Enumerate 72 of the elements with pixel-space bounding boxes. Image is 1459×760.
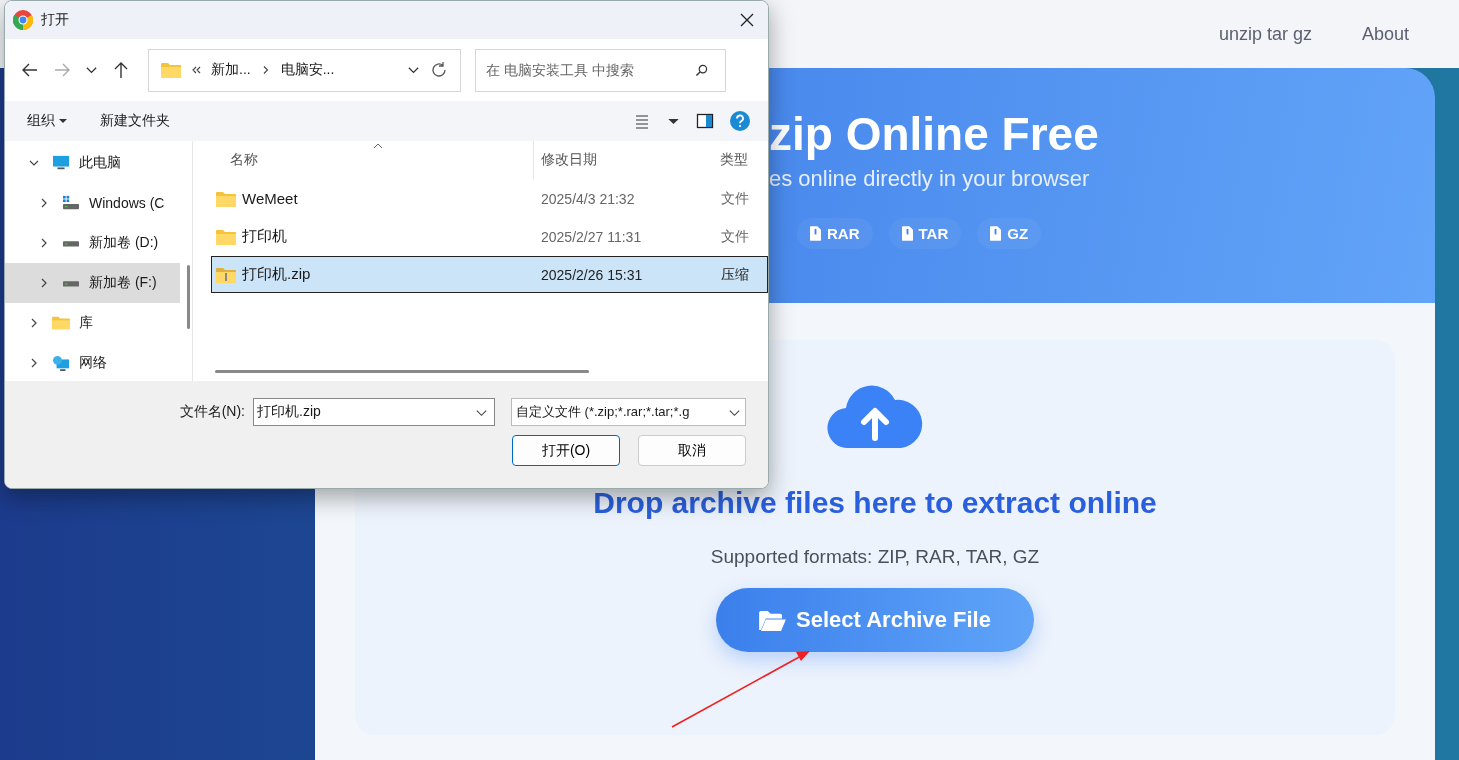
sort-caret-icon [373, 143, 383, 149]
tree-item[interactable]: 库 [5, 303, 180, 343]
chevron-right-icon[interactable] [29, 358, 39, 368]
open-button[interactable]: 打开(O) [512, 435, 620, 466]
supported-formats-text: Supported formats: ZIP, RAR, TAR, GZ [710, 546, 1040, 568]
folder-icon [759, 609, 787, 631]
chevron-right-icon[interactable] [29, 318, 39, 328]
file-type: 文件 [720, 227, 750, 246]
file-date: 2025/4/3 21:32 [540, 190, 636, 207]
double-chevron-left-icon[interactable] [191, 65, 201, 75]
breadcrumb[interactable]: 新加... [211, 61, 251, 79]
file-type: 压缩 [720, 265, 750, 284]
file-name: WeMeet [212, 190, 534, 207]
nav-link[interactable]: About [1361, 23, 1409, 45]
help-icon[interactable] [730, 111, 750, 131]
tree-item[interactable]: 此电脑 [5, 143, 180, 183]
file-row[interactable]: 打印机 2025/2/27 11:31 文件 [211, 218, 768, 255]
file-name: 打印机 [212, 227, 534, 246]
network-icon [51, 355, 71, 371]
format-tag: TAR [888, 218, 962, 249]
chevron-right-icon[interactable] [39, 278, 49, 288]
chevron-right-icon[interactable] [39, 198, 49, 208]
tree-item[interactable]: 新加卷 (F:) [5, 263, 180, 303]
search-icon [695, 63, 708, 77]
folder-icon [216, 190, 236, 207]
tree-item[interactable]: Windows (C [5, 183, 180, 223]
file-name-field[interactable]: 打印机.zip [253, 398, 495, 426]
folder-icon [161, 62, 181, 78]
file-name: 打印机.zip [212, 265, 534, 284]
cancel-button[interactable]: 取消 [638, 435, 746, 466]
tree-item[interactable]: 新加卷 (D:) [5, 223, 180, 263]
organize-menu[interactable]: 组织 [27, 112, 68, 130]
view-list-icon[interactable] [633, 112, 651, 130]
new-folder-button[interactable]: 新建文件夹 [100, 112, 170, 130]
preview-pane-icon[interactable] [696, 112, 714, 130]
tree-item[interactable]: 网络 [5, 343, 180, 383]
zip-folder-icon [216, 266, 236, 283]
column-header[interactable]: 修改日期 [533, 141, 713, 179]
app-icon [13, 10, 33, 30]
file-row[interactable]: 打印机.zip 2025/2/26 15:31 压缩 [211, 256, 768, 293]
drop-zone-title: Drop archive files here to extract online [593, 486, 1157, 520]
up-icon[interactable] [112, 61, 130, 79]
dialog-title: 打开 [41, 11, 70, 29]
file-zip-icon [990, 226, 1002, 241]
file-zip-icon [810, 226, 821, 241]
file-type: 文件 [720, 189, 750, 208]
column-header[interactable]: 类型 [713, 141, 768, 179]
chevron-right-icon[interactable] [39, 238, 49, 248]
folder-icon [216, 228, 236, 245]
column-header[interactable]: 名称 [193, 141, 533, 179]
file-date: 2025/2/26 15:31 [540, 266, 644, 283]
file-type-dropdown[interactable]: 自定义文件 (*.zip;*.rar;*.tar;*.g [511, 398, 746, 426]
caret-icon [58, 116, 68, 126]
drive-icon [61, 195, 81, 211]
format-tag: GZ [977, 218, 1042, 249]
file-zip-icon [901, 226, 913, 241]
address-bar[interactable]: 新加... 电脑安... [148, 48, 461, 92]
chevron-down-icon[interactable] [29, 158, 39, 168]
monitor-icon [51, 155, 71, 171]
hero-title: zip Online Free [769, 107, 1100, 162]
breadcrumb[interactable]: 电脑安... [280, 61, 335, 79]
hero-subtitle: es online directly in your browser [769, 166, 1091, 192]
format-tag: RAR [797, 218, 873, 249]
nav-link[interactable]: unzip tar gz [1218, 23, 1312, 45]
back-icon[interactable] [21, 61, 39, 79]
search-field[interactable]: 在 电脑安装工具 中搜索 [475, 48, 726, 92]
folder-icon [51, 315, 71, 331]
file-name-label: 文件名(N): [179, 403, 245, 421]
file-row[interactable]: WeMeet 2025/4/3 21:32 文件 [211, 180, 768, 217]
refresh-icon[interactable] [430, 61, 448, 79]
close-icon[interactable] [740, 13, 754, 27]
file-date: 2025/2/27 11:31 [540, 228, 643, 245]
